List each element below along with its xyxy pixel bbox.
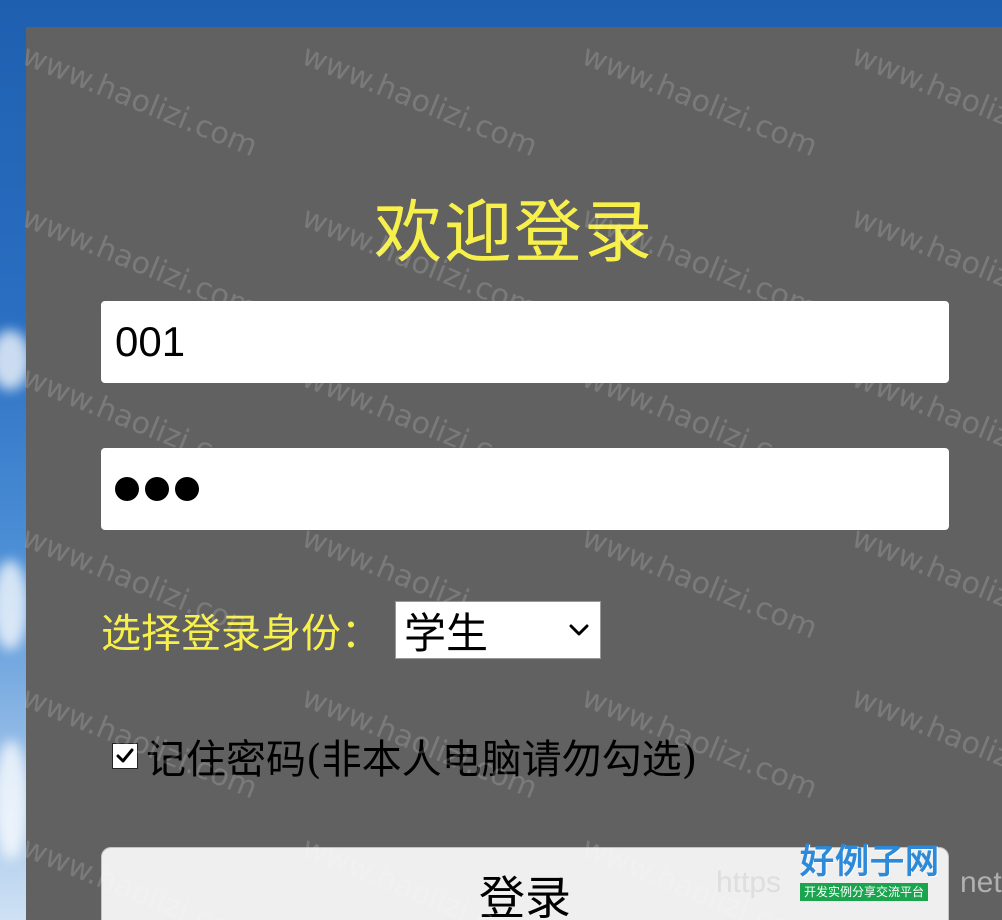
login-title: 欢迎登录	[373, 194, 654, 273]
checkmark-icon	[116, 748, 134, 763]
background-cloud	[0, 560, 28, 650]
chevron-down-icon	[568, 619, 590, 641]
remember-checkbox[interactable]	[112, 743, 138, 769]
background-cloud	[0, 740, 28, 860]
role-row: 选择登录身份： 学生	[101, 600, 601, 660]
login-panel: 欢迎登录 001 选择登录身份： 学生 记住密码(非本人电脑请勿勾选) 登录	[26, 27, 1002, 920]
password-dot	[115, 477, 139, 501]
password-mask	[115, 477, 199, 501]
watermark-url-tail: net	[960, 866, 1002, 899]
watermark-url: https	[716, 866, 782, 899]
site-logo-name: 好例子网	[800, 842, 940, 882]
role-selected-value: 学生	[404, 608, 489, 658]
site-logo: 好例子网 开发实例分享交流平台	[800, 843, 966, 909]
site-logo-tagline: 开发实例分享交流平台	[800, 883, 929, 901]
username-input[interactable]: 001	[101, 301, 949, 383]
password-input[interactable]	[101, 448, 949, 530]
role-label: 选择登录身份：	[101, 611, 381, 657]
remember-label: 记住密码(非本人电脑请勿勾选)	[146, 737, 698, 783]
role-select[interactable]: 学生	[395, 601, 601, 659]
remember-row: 记住密码(非本人电脑请勿勾选)	[112, 727, 697, 785]
password-dot	[145, 477, 169, 501]
password-dot	[175, 477, 199, 501]
username-value: 001	[115, 318, 186, 365]
